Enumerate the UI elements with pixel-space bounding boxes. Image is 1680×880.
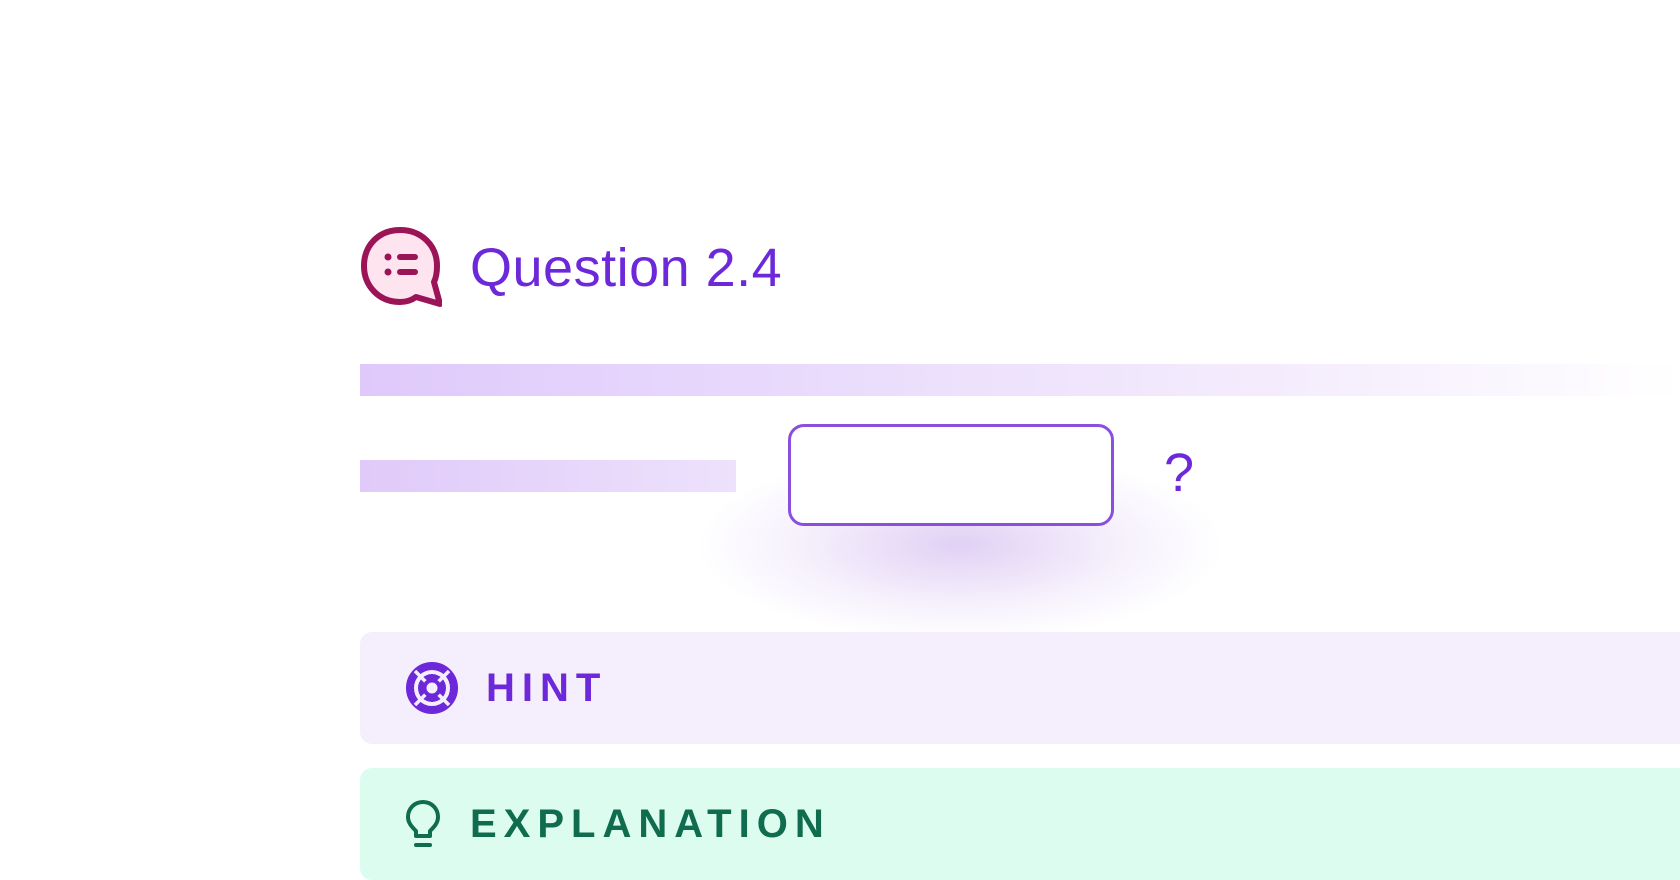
lightbulb-icon xyxy=(406,800,440,847)
hint-panel[interactable]: HINT xyxy=(360,632,1680,744)
question-text-placeholder-line xyxy=(360,364,1680,396)
hint-label: HINT xyxy=(486,666,608,710)
question-page: Question 2.4 ? HINT EXPLANATION xyxy=(0,0,1680,880)
explanation-label: EXPLANATION xyxy=(470,802,831,846)
chat-list-icon xyxy=(361,227,442,307)
lifebuoy-icon xyxy=(406,662,458,714)
answer-input[interactable] xyxy=(788,424,1114,526)
question-title: Question 2.4 xyxy=(470,238,783,298)
explanation-panel[interactable]: EXPLANATION xyxy=(360,768,1680,880)
question-text-placeholder-short-line xyxy=(360,460,736,492)
question-header: Question 2.4 xyxy=(360,226,782,310)
question-mark: ? xyxy=(1164,443,1195,503)
